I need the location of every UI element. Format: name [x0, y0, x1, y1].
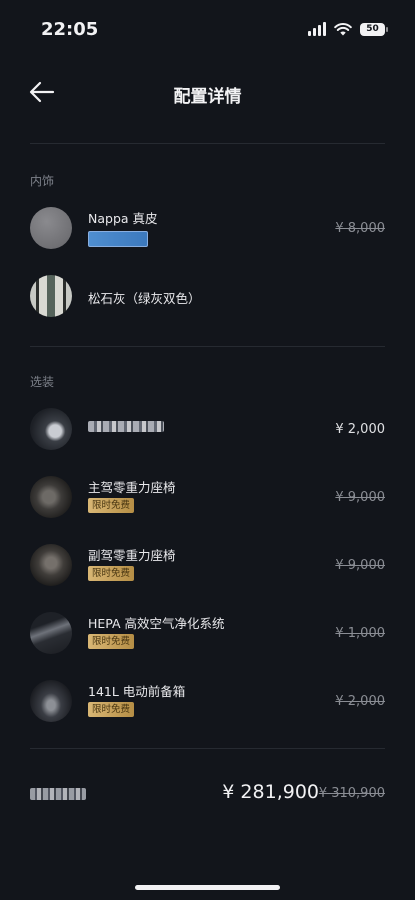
seat-photo-icon — [30, 544, 72, 586]
status-time: 22:05 — [41, 19, 99, 40]
item-name: HEPA 高效空气净化系统 — [88, 616, 225, 631]
item-name: 副驾零重力座椅 — [88, 548, 176, 563]
item-price: ¥ 1,000 — [335, 626, 385, 641]
nav-bar: 配置详情 — [0, 70, 415, 114]
item-price: ¥ 9,000 — [335, 490, 385, 505]
home-indicator[interactable] — [135, 885, 280, 890]
item-price: ¥ 9,000 — [335, 558, 385, 573]
option-item-passenger-seat: 副驾零重力座椅 限时免费 ¥ 9,000 — [30, 541, 385, 591]
option-item-hepa: HEPA 高效空气净化系统 限时免费 ¥ 1,000 — [30, 609, 385, 659]
color-indicator-bar — [88, 231, 148, 247]
redacted-total-label — [30, 788, 86, 800]
item-name: 主驾零重力座椅 — [88, 480, 176, 495]
wifi-icon — [334, 23, 352, 36]
car-front-trunk-photo-icon — [30, 680, 72, 722]
option-item-driver-seat: 主驾零重力座椅 限时免费 ¥ 9,000 — [30, 473, 385, 523]
section-label-options: 选装 — [30, 375, 55, 389]
free-badge: 限时免费 — [88, 566, 135, 581]
item-price: ¥ 8,000 — [335, 221, 385, 236]
cellular-signal-icon — [308, 22, 326, 36]
item-name: 松石灰（绿灰双色） — [88, 291, 201, 306]
original-total-price: ¥ 310,900 — [318, 786, 385, 801]
grey-leather-swatch-icon — [30, 207, 72, 249]
option-item-front-trunk: 141L 电动前备箱 限时免费 ¥ 2,000 — [30, 677, 385, 727]
divider — [30, 346, 385, 347]
striped-color-swatch-icon — [30, 275, 72, 317]
status-bar: 22:05 50 — [0, 0, 415, 60]
free-badge: 限时免费 — [88, 702, 135, 717]
interior-item-leather: Nappa 真皮 ¥ 8,000 — [30, 204, 385, 254]
page-title: 配置详情 — [173, 87, 242, 107]
interior-item-color: 松石灰（绿灰双色） — [30, 272, 385, 322]
item-name: 141L 电动前备箱 — [88, 684, 186, 699]
item-price: ¥ 2,000 — [335, 422, 385, 437]
free-badge: 限时免费 — [88, 634, 135, 649]
section-label-interior: 内饰 — [30, 174, 55, 188]
battery-icon: 50 — [360, 22, 388, 36]
air-filter-photo-icon — [30, 612, 72, 654]
accessory-photo-icon — [30, 408, 72, 450]
status-icons: 50 — [308, 22, 388, 36]
total-price: ¥ 281,900 — [222, 781, 319, 803]
item-price: ¥ 2,000 — [335, 694, 385, 709]
seat-photo-icon — [30, 476, 72, 518]
item-name: Nappa 真皮 — [88, 211, 158, 226]
config-detail-screen: 22:05 50 配置详情 内饰 Nappa 真皮 ¥ 8,000 松石灰（绿灰… — [0, 0, 415, 900]
free-badge: 限时免费 — [88, 498, 135, 513]
redacted-item-name — [88, 421, 164, 432]
divider — [30, 748, 385, 749]
divider — [30, 143, 385, 144]
option-item: ¥ 2,000 — [30, 405, 385, 455]
